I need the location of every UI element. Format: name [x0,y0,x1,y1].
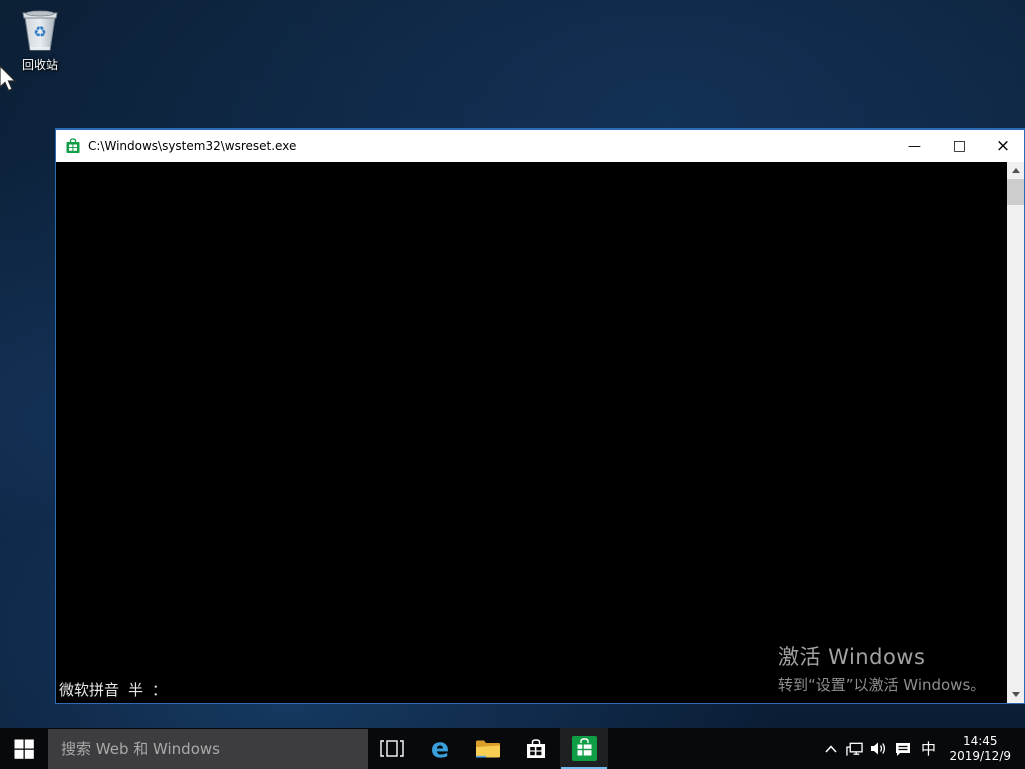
recycle-bin-desktop-icon[interactable]: ♻ 回收站 [8,8,72,73]
window-titlebar[interactable]: C:\Windows\system32\wsreset.exe — □ × [56,130,1024,162]
recycle-bin-icon[interactable]: ♻ [20,8,60,54]
store-icon [525,738,547,760]
taskbar: e [0,728,1025,769]
taskbar-search-box[interactable] [48,729,368,769]
store-button[interactable] [512,728,560,769]
wsreset-console-window: C:\Windows\system32\wsreset.exe — □ × 微软… [55,128,1025,704]
clock-date: 2019/12/9 [949,749,1011,764]
activate-windows-watermark: 激活 Windows 转到“设置”以激活 Windows。 [778,641,985,695]
edge-icon: e [431,735,449,762]
start-button[interactable] [0,728,48,769]
task-view-icon [380,740,404,757]
svg-text:♻: ♻ [33,23,46,41]
watermark-subtitle: 转到“设置”以激活 Windows。 [778,674,985,695]
system-tray: 中 14:45 2019/12/9 [822,728,1025,769]
window-controls: — □ × [892,130,1024,162]
search-input[interactable] [61,740,368,758]
edge-browser-button[interactable]: e [416,728,464,769]
close-button[interactable]: × [982,130,1024,162]
action-center-icon[interactable] [894,728,911,769]
scroll-down-icon[interactable] [1007,686,1024,703]
store-active-icon [571,735,598,762]
mouse-cursor [0,65,19,99]
windows-logo-icon [14,739,34,759]
file-explorer-button[interactable] [464,728,512,769]
store-app-icon [65,138,81,154]
watermark-title: 激活 Windows [778,641,985,671]
ime-status-line: 微软拼音 半 ： [59,679,167,700]
scrollbar-thumb[interactable] [1007,179,1024,205]
task-view-button[interactable] [368,728,416,769]
maximize-button[interactable]: □ [937,130,982,162]
window-title: C:\Windows\system32\wsreset.exe [88,139,296,153]
network-icon[interactable] [846,728,863,769]
store-active-app-button[interactable] [560,728,608,769]
clock-time: 14:45 [949,734,1011,749]
scroll-up-icon[interactable] [1007,162,1024,179]
console-output-area: 微软拼音 半 ： 激活 Windows 转到“设置”以激活 Windows。 [56,162,1024,703]
file-explorer-icon [475,739,501,759]
taskbar-clock[interactable]: 14:45 2019/12/9 [945,734,1017,764]
ime-language-indicator[interactable]: 中 [918,738,938,759]
volume-icon[interactable] [870,728,887,769]
console-scrollbar[interactable] [1007,162,1024,703]
hidden-icons-chevron-icon[interactable] [822,728,839,769]
minimize-button[interactable]: — [892,130,937,162]
